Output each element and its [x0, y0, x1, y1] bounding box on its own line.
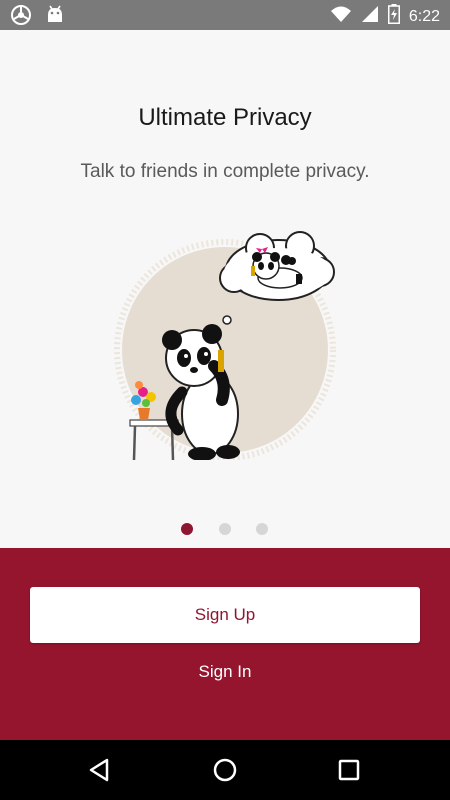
- back-icon[interactable]: [83, 754, 115, 786]
- home-icon[interactable]: [209, 754, 241, 786]
- page-dot-3[interactable]: [256, 523, 268, 535]
- battery-charging-icon: [387, 4, 400, 29]
- page-dot-1[interactable]: [181, 523, 193, 535]
- wifi-icon: [330, 5, 352, 28]
- page-subtitle: Talk to friends in complete privacy.: [80, 161, 370, 182]
- recents-icon[interactable]: [333, 754, 365, 786]
- app-notification-icon: [10, 4, 32, 31]
- status-bar: 6:22: [0, 0, 450, 30]
- status-time: 6:22: [408, 7, 440, 25]
- page-dot-2[interactable]: [219, 523, 231, 535]
- android-icon: [46, 5, 64, 30]
- page-title: Ultimate Privacy: [138, 104, 312, 131]
- signin-link[interactable]: Sign In: [0, 662, 450, 682]
- auth-panel: Sign Up Sign In: [0, 548, 450, 740]
- signal-icon: [361, 5, 379, 28]
- panda-phone-call-illustration: [110, 230, 340, 461]
- page-indicator: [0, 510, 450, 548]
- navigation-bar: [0, 740, 450, 800]
- signup-button[interactable]: Sign Up: [30, 587, 420, 643]
- onboarding-page[interactable]: Ultimate Privacy Talk to friends in comp…: [0, 30, 450, 510]
